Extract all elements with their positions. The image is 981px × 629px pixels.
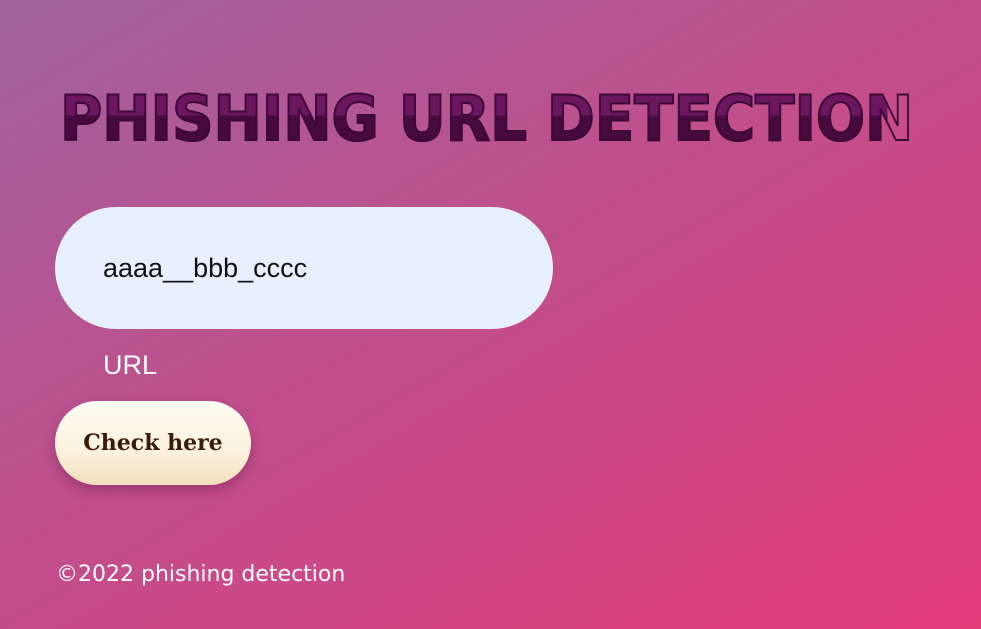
footer-copyright: ©2022 phishing detection (56, 562, 346, 587)
url-input[interactable] (103, 207, 523, 329)
page-title: PHISHING URL DETECTION (59, 82, 914, 155)
check-here-button[interactable]: Check here (55, 401, 251, 485)
url-input-container[interactable] (55, 207, 553, 329)
url-label: URL (103, 350, 158, 380)
